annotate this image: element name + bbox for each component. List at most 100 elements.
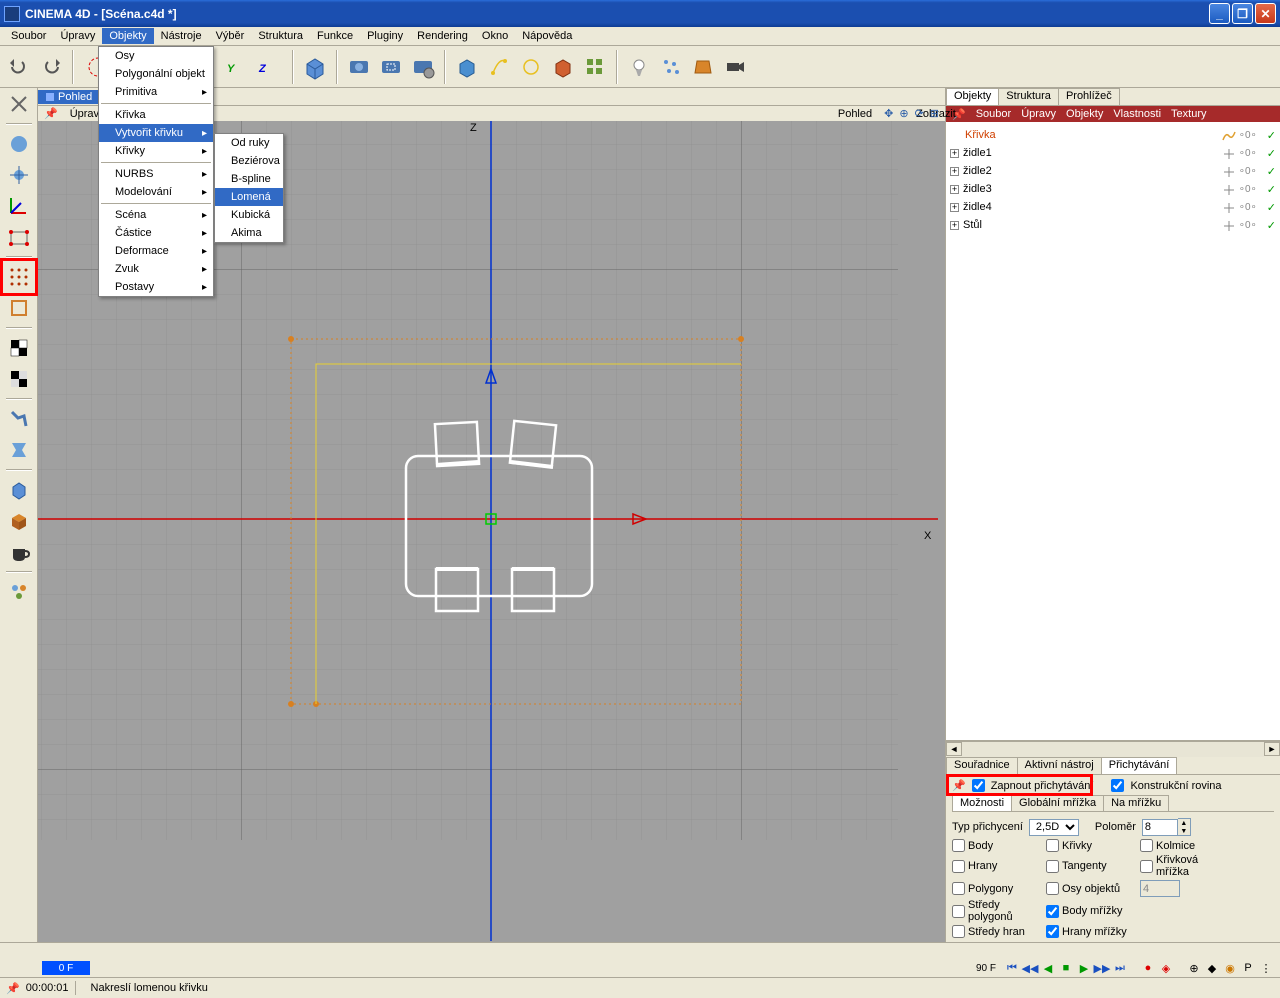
menuitem-lomená[interactable]: Lomená: [215, 188, 283, 206]
spin-down-icon[interactable]: ▼: [1178, 827, 1190, 835]
goto-end-button[interactable]: ⏭: [1112, 960, 1128, 976]
snap-type-select[interactable]: 2,5D: [1029, 819, 1079, 836]
visibility-toggle[interactable]: ∘0∘: [1239, 220, 1257, 231]
menu-rendering[interactable]: Rendering: [410, 28, 475, 44]
menuitem-polygonální-objekt[interactable]: Polygonální objekt: [99, 65, 213, 83]
timeline-track[interactable]: [96, 963, 970, 973]
snap-checkbox-body[interactable]: [952, 839, 965, 852]
tree-row[interactable]: +židle3∘0∘✓: [950, 180, 1276, 198]
menu-pluginy[interactable]: Pluginy: [360, 28, 410, 44]
prev-key-button[interactable]: ◀◀: [1022, 960, 1038, 976]
window-close-button[interactable]: ✕: [1255, 3, 1276, 24]
selection-filter-button[interactable]: [5, 578, 33, 606]
timeline-frame-marker[interactable]: 0 F: [42, 961, 90, 975]
edit-off-button[interactable]: [5, 90, 33, 118]
menu-objekty[interactable]: Objekty: [102, 28, 153, 44]
tab-globální-mřížka[interactable]: Globální mřížka: [1011, 795, 1104, 811]
tab-na-mřížku[interactable]: Na mřížku: [1103, 795, 1169, 811]
right-bottom-tabs[interactable]: SouřadniceAktivní nástrojPřichytávání: [946, 757, 1280, 775]
tree-row[interactable]: +židle4∘0∘✓: [950, 198, 1276, 216]
snap-checkbox-středy-polygonů[interactable]: [952, 905, 965, 918]
window-maximize-button[interactable]: ❐: [1232, 3, 1253, 24]
ik-button[interactable]: [5, 405, 33, 433]
visibility-toggle[interactable]: ∘0∘: [1239, 202, 1257, 213]
cube-primitive-button[interactable]: [300, 52, 330, 82]
light-button[interactable]: [624, 52, 654, 82]
snap-checkbox-body-mřížky[interactable]: [1046, 905, 1059, 918]
key-param-button[interactable]: P: [1240, 960, 1256, 976]
window-minimize-button[interactable]: _: [1209, 3, 1230, 24]
vp-zoom-icon[interactable]: ⊕: [899, 107, 908, 120]
menuitem-zvuk[interactable]: Zvuk: [99, 260, 213, 278]
grid-points-button[interactable]: [5, 263, 33, 291]
snap-checkbox-křivky[interactable]: [1046, 839, 1059, 852]
menuitem-akima[interactable]: Akima: [215, 224, 283, 242]
menuitem-vytvořit-křivku[interactable]: Vytvořit křivku: [99, 124, 213, 142]
visibility-toggle[interactable]: ∘0∘: [1239, 184, 1257, 195]
right-top-tabs[interactable]: ObjektyStrukturaProhlížeč: [946, 88, 1280, 106]
expand-icon[interactable]: +: [950, 185, 959, 194]
array-button[interactable]: [580, 52, 610, 82]
play-back-button[interactable]: ◀: [1040, 960, 1056, 976]
snap-checkbox-hrany[interactable]: [952, 860, 965, 873]
box-button[interactable]: [5, 507, 33, 535]
obj-menu-textury[interactable]: Textury: [1171, 108, 1206, 120]
camera-button[interactable]: [720, 52, 750, 82]
tree-row[interactable]: +židle2∘0∘✓: [950, 162, 1276, 180]
menuitem-modelování[interactable]: Modelování: [99, 183, 213, 201]
obj-menu-soubor[interactable]: Soubor: [976, 108, 1011, 120]
object-panel-menubar[interactable]: 📌 Soubor Úpravy Objekty Vlastnosti Textu…: [946, 106, 1280, 122]
point-mode-button[interactable]: [5, 223, 33, 251]
texture-axis-button[interactable]: [5, 365, 33, 393]
menu-úpravy[interactable]: Úpravy: [53, 28, 102, 44]
menu-okno[interactable]: Okno: [475, 28, 515, 44]
menuitem-deformace[interactable]: Deformace: [99, 242, 213, 260]
key-pos-button[interactable]: ⊕: [1186, 960, 1202, 976]
undo-button[interactable]: [4, 52, 34, 82]
enable-toggle[interactable]: ✓: [1267, 129, 1276, 142]
viewport-tab[interactable]: Pohled: [38, 90, 100, 104]
nurbs-button[interactable]: [548, 52, 578, 82]
vp-layout-icon[interactable]: ⊞: [930, 107, 939, 120]
menuitem-b-spline[interactable]: B-spline: [215, 170, 283, 188]
menuitem-postavy[interactable]: Postavy: [99, 278, 213, 296]
model-mode-button[interactable]: [5, 130, 33, 158]
menuitem-částice[interactable]: Částice: [99, 224, 213, 242]
menu-struktura[interactable]: Struktura: [251, 28, 310, 44]
render-region-button[interactable]: [376, 52, 406, 82]
key-options-button[interactable]: ⋮: [1258, 960, 1274, 976]
expand-icon[interactable]: +: [950, 221, 959, 230]
snap-radius-input[interactable]: ▲▼: [1142, 818, 1191, 836]
spin-up-icon[interactable]: ▲: [1178, 819, 1190, 827]
snap-checkbox-osy-objektů[interactable]: [1046, 882, 1059, 895]
menuitem-beziérova[interactable]: Beziérova: [215, 152, 283, 170]
tab-aktivní-nástroj[interactable]: Aktivní nástroj: [1017, 757, 1102, 774]
enable-toggle[interactable]: ✓: [1267, 165, 1276, 178]
menuitem-osy[interactable]: Osy: [99, 47, 213, 65]
snap-checkbox-hrany-mřížky[interactable]: [1046, 925, 1059, 938]
enable-toggle[interactable]: ✓: [1267, 219, 1276, 232]
obj-menu-upravy[interactable]: Úpravy: [1021, 108, 1056, 120]
snap-sub-tabs[interactable]: MožnostiGlobální mřížkaNa mřížku: [952, 795, 1274, 812]
edge-mode-button[interactable]: [5, 294, 33, 322]
timeline[interactable]: 0 F 90 F ⏮ ◀◀ ◀ ■ ▶ ▶▶ ⏭ ● ◈ ⊕ ◆ ◉ P ⋮: [0, 959, 1280, 979]
objekty-menu[interactable]: OsyPolygonální objektPrimitivaKřivkaVytv…: [98, 46, 214, 297]
construction-plane-checkbox[interactable]: [1111, 779, 1124, 792]
circle-tool-button[interactable]: [516, 52, 546, 82]
particle-button[interactable]: [656, 52, 686, 82]
autokey-button[interactable]: ◈: [1158, 960, 1174, 976]
tree-row[interactable]: +Stůl∘0∘✓: [950, 216, 1276, 234]
obj-menu-objekty[interactable]: Objekty: [1066, 108, 1103, 120]
visibility-toggle[interactable]: ∘0∘: [1239, 166, 1257, 177]
vp-rotate-icon[interactable]: ⟳: [915, 107, 924, 120]
redo-button[interactable]: [36, 52, 66, 82]
record-button[interactable]: ●: [1140, 960, 1156, 976]
snap-checkbox-polygony[interactable]: [952, 882, 965, 895]
enable-toggle[interactable]: ✓: [1267, 183, 1276, 196]
menu-nástroje[interactable]: Nástroje: [154, 28, 209, 44]
tree-row[interactable]: +židle1∘0∘✓: [950, 144, 1276, 162]
key-scale-button[interactable]: ◉: [1222, 960, 1238, 976]
tab-souřadnice[interactable]: Souřadnice: [946, 757, 1018, 774]
menuitem-křivka[interactable]: Křivka: [99, 106, 213, 124]
tab-objekty[interactable]: Objekty: [946, 88, 999, 105]
